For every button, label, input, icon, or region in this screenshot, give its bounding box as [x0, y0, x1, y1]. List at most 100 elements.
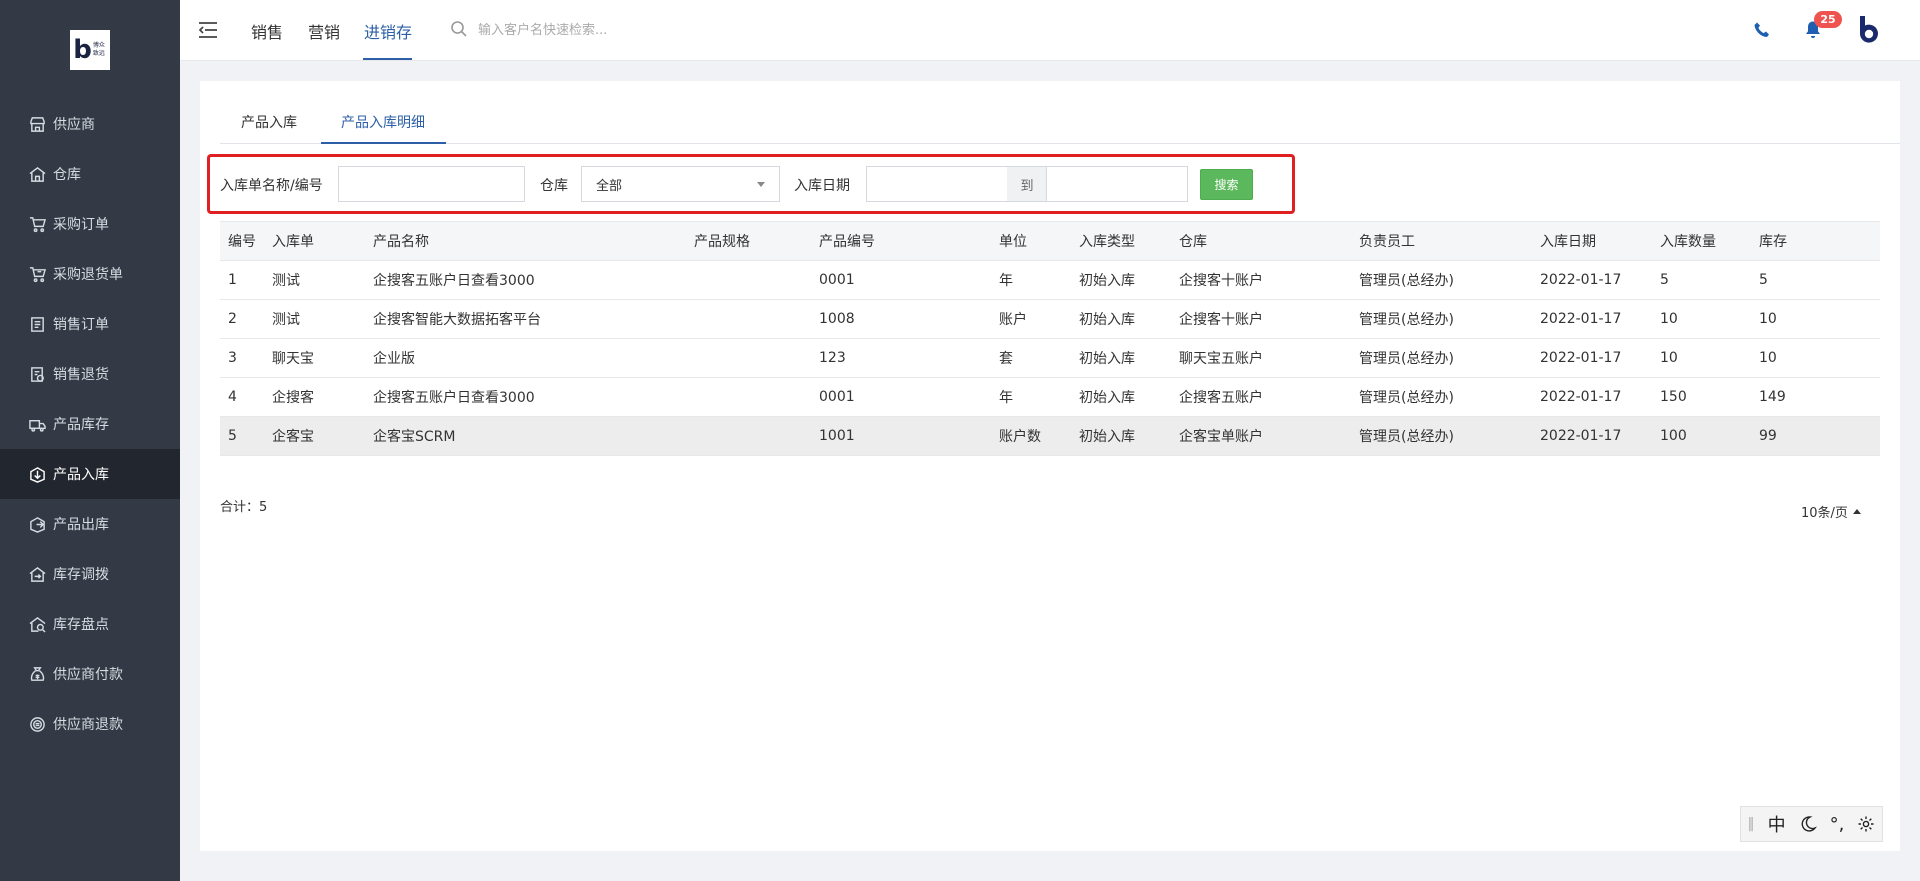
phone-icon[interactable] — [1753, 21, 1771, 39]
stock-in-order-link[interactable]: 企搜客 — [264, 377, 365, 417]
stock-in-date: 2022-01-17 — [1532, 299, 1652, 339]
truck-icon — [28, 415, 46, 433]
sidebar-item-stock-transfer[interactable]: 库存调拨 — [0, 549, 180, 599]
logo[interactable]: b 博众 致远 — [70, 30, 110, 70]
column-header[interactable]: 入库日期 — [1532, 221, 1652, 261]
table-row[interactable]: 3 聊天宝 企业版 123 套 初始入库 聊天宝五账户 管理员(总经办) 202… — [220, 338, 1880, 378]
column-header[interactable]: 单位 — [991, 221, 1071, 261]
product-name-link[interactable]: 企客宝SCRM — [365, 416, 686, 456]
cart-icon — [28, 215, 46, 233]
page-size-value: 10条/页 — [1801, 506, 1848, 521]
ime-toolbar: ‖ 中 °, — [1740, 806, 1883, 842]
sidebar-item-warehouse[interactable]: 仓库 — [0, 149, 180, 199]
tab-product-stock-in[interactable]: 产品入库 — [241, 112, 297, 132]
table-row[interactable]: 5 企客宝 企客宝SCRM 1001 账户数 初始入库 企客宝单账户 管理员(总… — [220, 416, 1880, 456]
active-tab-indicator — [363, 58, 412, 60]
sidebar-item-supplier-payment[interactable]: 供应商付款 — [0, 649, 180, 699]
column-header[interactable]: 产品名称 — [365, 221, 686, 261]
search-icon[interactable] — [450, 20, 468, 38]
column-header[interactable]: 入库数量 — [1652, 221, 1751, 261]
moon-icon[interactable] — [1799, 815, 1817, 833]
sidebar-item-product-stock[interactable]: 产品库存 — [0, 399, 180, 449]
stock-in-quantity: 10 — [1652, 338, 1751, 378]
column-header[interactable]: 入库类型 — [1071, 221, 1171, 261]
drag-handle-icon[interactable]: ‖ — [1748, 816, 1755, 832]
sidebar-item-label: 产品库存 — [53, 417, 109, 433]
sidebar-item-label: 供应商 — [53, 117, 95, 133]
brand-logo-icon[interactable] — [1857, 14, 1885, 46]
sidebar-item-purchase-order[interactable]: 采购订单 — [0, 199, 180, 249]
unit: 年 — [991, 260, 1071, 300]
stock-in-type: 初始入库 — [1071, 377, 1171, 417]
product-name-link[interactable]: 企搜客五账户日查看3000 — [365, 260, 686, 300]
filter-bar: 入库单名称/编号 仓库 全部 入库日期 到 搜索 — [207, 154, 1295, 214]
active-tab-indicator — [321, 142, 446, 144]
chevron-down-icon — [757, 181, 765, 187]
sidebar-item-product-stock-out[interactable]: 产品出库 — [0, 499, 180, 549]
sidebar-item-label: 仓库 — [53, 167, 81, 183]
product-code: 1008 — [811, 299, 991, 339]
stock-in-order-link[interactable]: 测试 — [264, 299, 365, 339]
stock-in-type: 初始入库 — [1071, 299, 1171, 339]
product-name-link[interactable]: 企搜客五账户日查看3000 — [365, 377, 686, 417]
page-size-select[interactable]: 10条/页 — [1801, 502, 1861, 521]
table-row[interactable]: 2 测试 企搜客智能大数据拓客平台 1008 账户 初始入库 企搜客十账户 管理… — [220, 299, 1880, 339]
order-list-icon — [28, 315, 46, 333]
date-start-input[interactable] — [866, 166, 1008, 202]
sidebar-item-sales-order[interactable]: 销售订单 — [0, 299, 180, 349]
search-button[interactable]: 搜索 — [1200, 169, 1253, 200]
table-row[interactable]: 1 测试 企搜客五账户日查看3000 0001 年 初始入库 企搜客十账户 管理… — [220, 260, 1880, 300]
product-spec — [686, 299, 811, 339]
gear-icon[interactable] — [1857, 815, 1875, 833]
sidebar-item-sales-return[interactable]: 销售退货 — [0, 349, 180, 399]
sidebar-item-supplier-refund[interactable]: 供应商退款 — [0, 699, 180, 749]
warehouse-select[interactable]: 全部 — [581, 166, 780, 202]
column-header[interactable]: 入库单 — [264, 221, 365, 261]
stock-in-quantity: 10 — [1652, 299, 1751, 339]
product-name-link[interactable]: 企搜客智能大数据拓客平台 — [365, 299, 686, 339]
tab-marketing[interactable]: 营销 — [308, 19, 340, 43]
stock-in-order-link[interactable]: 聊天宝 — [264, 338, 365, 378]
ime-punctuation-toggle[interactable]: °, — [1830, 814, 1845, 835]
sidebar-item-purchase-return[interactable]: 采购退货单 — [0, 249, 180, 299]
tab-inventory[interactable]: 进销存 — [364, 19, 412, 43]
table-row[interactable]: 4 企搜客 企搜客五账户日查看3000 0001 年 初始入库 企搜客五账户 管… — [220, 377, 1880, 417]
unit: 套 — [991, 338, 1071, 378]
sidebar: b 博众 致远 供应商 仓库 采购订单 采购退货单 销售订单 销售退货 产品库存… — [0, 0, 180, 881]
column-header[interactable]: 产品规格 — [686, 221, 811, 261]
ime-language-toggle[interactable]: 中 — [1768, 811, 1786, 837]
tab-product-stock-in-detail[interactable]: 产品入库明细 — [341, 112, 425, 132]
row-number: 4 — [220, 377, 264, 417]
stock-in-order-link[interactable]: 企客宝 — [264, 416, 365, 456]
menu-toggle-icon[interactable] — [197, 19, 219, 41]
row-number: 1 — [220, 260, 264, 300]
column-header[interactable]: 库存 — [1751, 221, 1880, 261]
column-header[interactable]: 编号 — [220, 221, 264, 261]
sidebar-item-inventory-check[interactable]: 库存盘点 — [0, 599, 180, 649]
stock-in-type: 初始入库 — [1071, 260, 1171, 300]
stock-in-quantity: 5 — [1652, 260, 1751, 300]
top-header: 销售 营销 进销存 25 — [180, 0, 1920, 61]
sidebar-item-supplier[interactable]: 供应商 — [0, 99, 180, 149]
stock-in-date: 2022-01-17 — [1532, 260, 1652, 300]
stock: 10 — [1751, 299, 1880, 339]
product-name-link[interactable]: 企业版 — [365, 338, 686, 378]
table-header-row: 编号 入库单 产品名称 产品规格 产品编号 单位 入库类型 仓库 负责员工 入库… — [220, 221, 1880, 261]
stock-in-type: 初始入库 — [1071, 416, 1171, 456]
column-header[interactable]: 产品编号 — [811, 221, 991, 261]
sidebar-item-label: 采购订单 — [53, 217, 109, 233]
stock-in-name-input[interactable] — [338, 166, 525, 202]
stock-in-quantity: 100 — [1652, 416, 1751, 456]
date-end-input[interactable] — [1046, 166, 1188, 202]
stock-in-order-link[interactable]: 测试 — [264, 260, 365, 300]
stock: 99 — [1751, 416, 1880, 456]
stock-in-detail-table: 编号 入库单 产品名称 产品规格 产品编号 单位 入库类型 仓库 负责员工 入库… — [220, 221, 1880, 456]
column-header[interactable]: 负责员工 — [1351, 221, 1532, 261]
sidebar-item-product-stock-in[interactable]: 产品入库 — [0, 449, 180, 499]
column-header[interactable]: 仓库 — [1171, 221, 1351, 261]
product-spec — [686, 338, 811, 378]
notification-badge: 25 — [1814, 11, 1842, 28]
tab-sales[interactable]: 销售 — [251, 19, 283, 43]
customer-search-input[interactable] — [478, 18, 758, 42]
total-count: 合计：5 — [220, 500, 268, 515]
